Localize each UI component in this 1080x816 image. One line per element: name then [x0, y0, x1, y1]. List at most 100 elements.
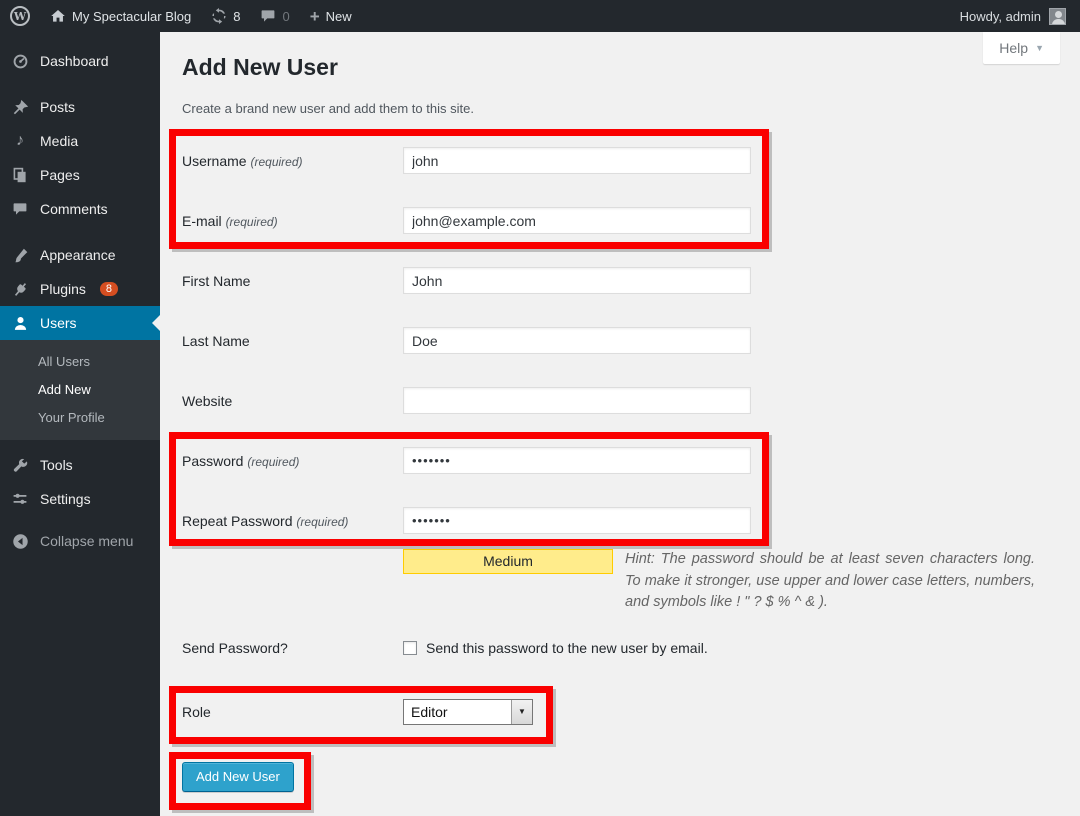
comment-bubble-icon — [10, 201, 30, 217]
email-input[interactable] — [403, 207, 751, 234]
updates-link[interactable]: 8 — [201, 0, 250, 32]
password-input[interactable] — [403, 447, 751, 474]
sidebar-item-label: Pages — [40, 167, 80, 183]
last-name-label: Last Name — [182, 333, 403, 349]
required-note: (required) — [226, 215, 278, 229]
sidebar-item-label: Collapse menu — [40, 533, 133, 549]
sidebar-item-label: Comments — [40, 201, 108, 217]
password-row: Password (required) — [182, 447, 1060, 474]
plus-icon: + — [310, 8, 320, 25]
new-content-link[interactable]: + New — [300, 0, 362, 32]
comment-count: 0 — [282, 9, 289, 24]
role-row: Role Editor ▼ — [182, 699, 1060, 725]
sidebar-item-label: Users — [40, 315, 77, 331]
required-note: (required) — [247, 455, 299, 469]
submenu-item-your-profile[interactable]: Your Profile — [0, 403, 160, 431]
sidebar-item-label: Plugins — [40, 281, 86, 297]
update-count: 8 — [233, 9, 240, 24]
send-password-label: Send Password? — [182, 640, 403, 656]
avatar[interactable] — [1049, 8, 1066, 25]
send-password-checkbox[interactable] — [403, 641, 417, 655]
sidebar-item-tools[interactable]: Tools — [0, 448, 160, 482]
site-name-link[interactable]: My Spectacular Blog — [40, 0, 201, 32]
sidebar-item-posts[interactable]: Posts — [0, 90, 160, 124]
role-label: Role — [182, 704, 403, 720]
admin-bar: W My Spectacular Blog 8 0 — [0, 0, 1080, 32]
add-user-form: Username (required) E-mail (required) Fi… — [182, 147, 1060, 792]
comments-link[interactable]: 0 — [250, 0, 299, 32]
chevron-down-icon: ▼ — [1035, 43, 1044, 53]
help-label: Help — [999, 40, 1028, 56]
sidebar-item-users[interactable]: Users — [0, 306, 160, 340]
home-icon — [50, 8, 66, 24]
sidebar-item-label: Media — [40, 133, 78, 149]
sidebar-item-settings[interactable]: Settings — [0, 482, 160, 516]
main-content: Help ▼ Add New User Create a brand new u… — [160, 32, 1080, 816]
repeat-password-label: Repeat Password (required) — [182, 513, 403, 529]
send-password-checkbox-label: Send this password to the new user by em… — [426, 640, 708, 656]
password-label: Password (required) — [182, 453, 403, 469]
password-strength-meter: Medium — [403, 549, 613, 574]
sidebar-item-pages[interactable]: Pages — [0, 158, 160, 192]
sidebar-item-label: Appearance — [40, 247, 116, 263]
wordpress-logo-menu[interactable]: W — [0, 0, 40, 32]
dashboard-gauge-icon — [10, 53, 30, 70]
howdy-account-link[interactable]: Howdy, admin — [960, 9, 1041, 24]
website-label: Website — [182, 393, 403, 409]
wrench-icon — [10, 457, 30, 474]
username-row: Username (required) — [182, 147, 1060, 174]
email-label: E-mail (required) — [182, 213, 403, 229]
repeat-password-input[interactable] — [403, 507, 751, 534]
pages-icon — [10, 167, 30, 183]
username-input[interactable] — [403, 147, 751, 174]
collapse-arrow-icon — [10, 533, 30, 550]
first-name-row: First Name — [182, 267, 1060, 294]
sidebar-item-label: Tools — [40, 457, 73, 473]
add-new-user-button[interactable]: Add New User — [182, 762, 294, 792]
required-note: (required) — [250, 155, 302, 169]
site-name-label: My Spectacular Blog — [72, 9, 191, 24]
sidebar-item-media[interactable]: ♪ Media — [0, 124, 160, 158]
website-input[interactable] — [403, 387, 751, 414]
sliders-icon — [10, 491, 30, 507]
send-password-row: Send Password? Send this password to the… — [182, 638, 1060, 658]
users-submenu: All Users Add New Your Profile — [0, 340, 160, 440]
page-title: Add New User — [182, 52, 1060, 82]
required-note: (required) — [296, 515, 348, 529]
repeat-password-row: Repeat Password (required) — [182, 507, 1060, 534]
paintbrush-icon — [10, 247, 30, 264]
password-strength-section: Medium Hint: The password should be at l… — [403, 549, 1035, 614]
submenu-item-add-new[interactable]: Add New — [0, 375, 160, 403]
role-select[interactable]: Editor ▼ — [403, 699, 533, 725]
update-icon — [211, 8, 227, 24]
page-subtitle: Create a brand new user and add them to … — [182, 101, 1060, 116]
last-name-row: Last Name — [182, 327, 1060, 354]
sidebar-item-collapse-menu[interactable]: Collapse menu — [0, 524, 160, 558]
last-name-input[interactable] — [403, 327, 751, 354]
submenu-item-all-users[interactable]: All Users — [0, 347, 160, 375]
sidebar-item-label: Dashboard — [40, 53, 109, 69]
plug-icon — [10, 281, 30, 298]
new-label: New — [326, 9, 352, 24]
sidebar-item-label: Settings — [40, 491, 91, 507]
sidebar-item-comments[interactable]: Comments — [0, 192, 160, 226]
help-button[interactable]: Help ▼ — [983, 32, 1060, 64]
username-label: Username (required) — [182, 153, 403, 169]
sidebar-item-appearance[interactable]: Appearance — [0, 238, 160, 272]
sidebar-item-dashboard[interactable]: Dashboard — [0, 44, 160, 78]
admin-sidebar: Dashboard Posts ♪ Media Pages Comments A… — [0, 32, 160, 816]
email-row: E-mail (required) — [182, 207, 1060, 234]
wordpress-logo-icon: W — [10, 6, 30, 26]
user-icon — [10, 315, 30, 332]
role-selected-value: Editor — [404, 704, 511, 720]
music-note-icon: ♪ — [10, 132, 30, 150]
sidebar-item-plugins[interactable]: Plugins 8 — [0, 272, 160, 306]
first-name-input[interactable] — [403, 267, 751, 294]
comment-bubble-icon — [260, 8, 276, 24]
pin-icon — [10, 99, 30, 116]
sidebar-item-label: Posts — [40, 99, 75, 115]
select-dropdown-button[interactable]: ▼ — [511, 700, 532, 724]
website-row: Website — [182, 387, 1060, 414]
first-name-label: First Name — [182, 273, 403, 289]
plugins-update-badge: 8 — [100, 282, 118, 296]
